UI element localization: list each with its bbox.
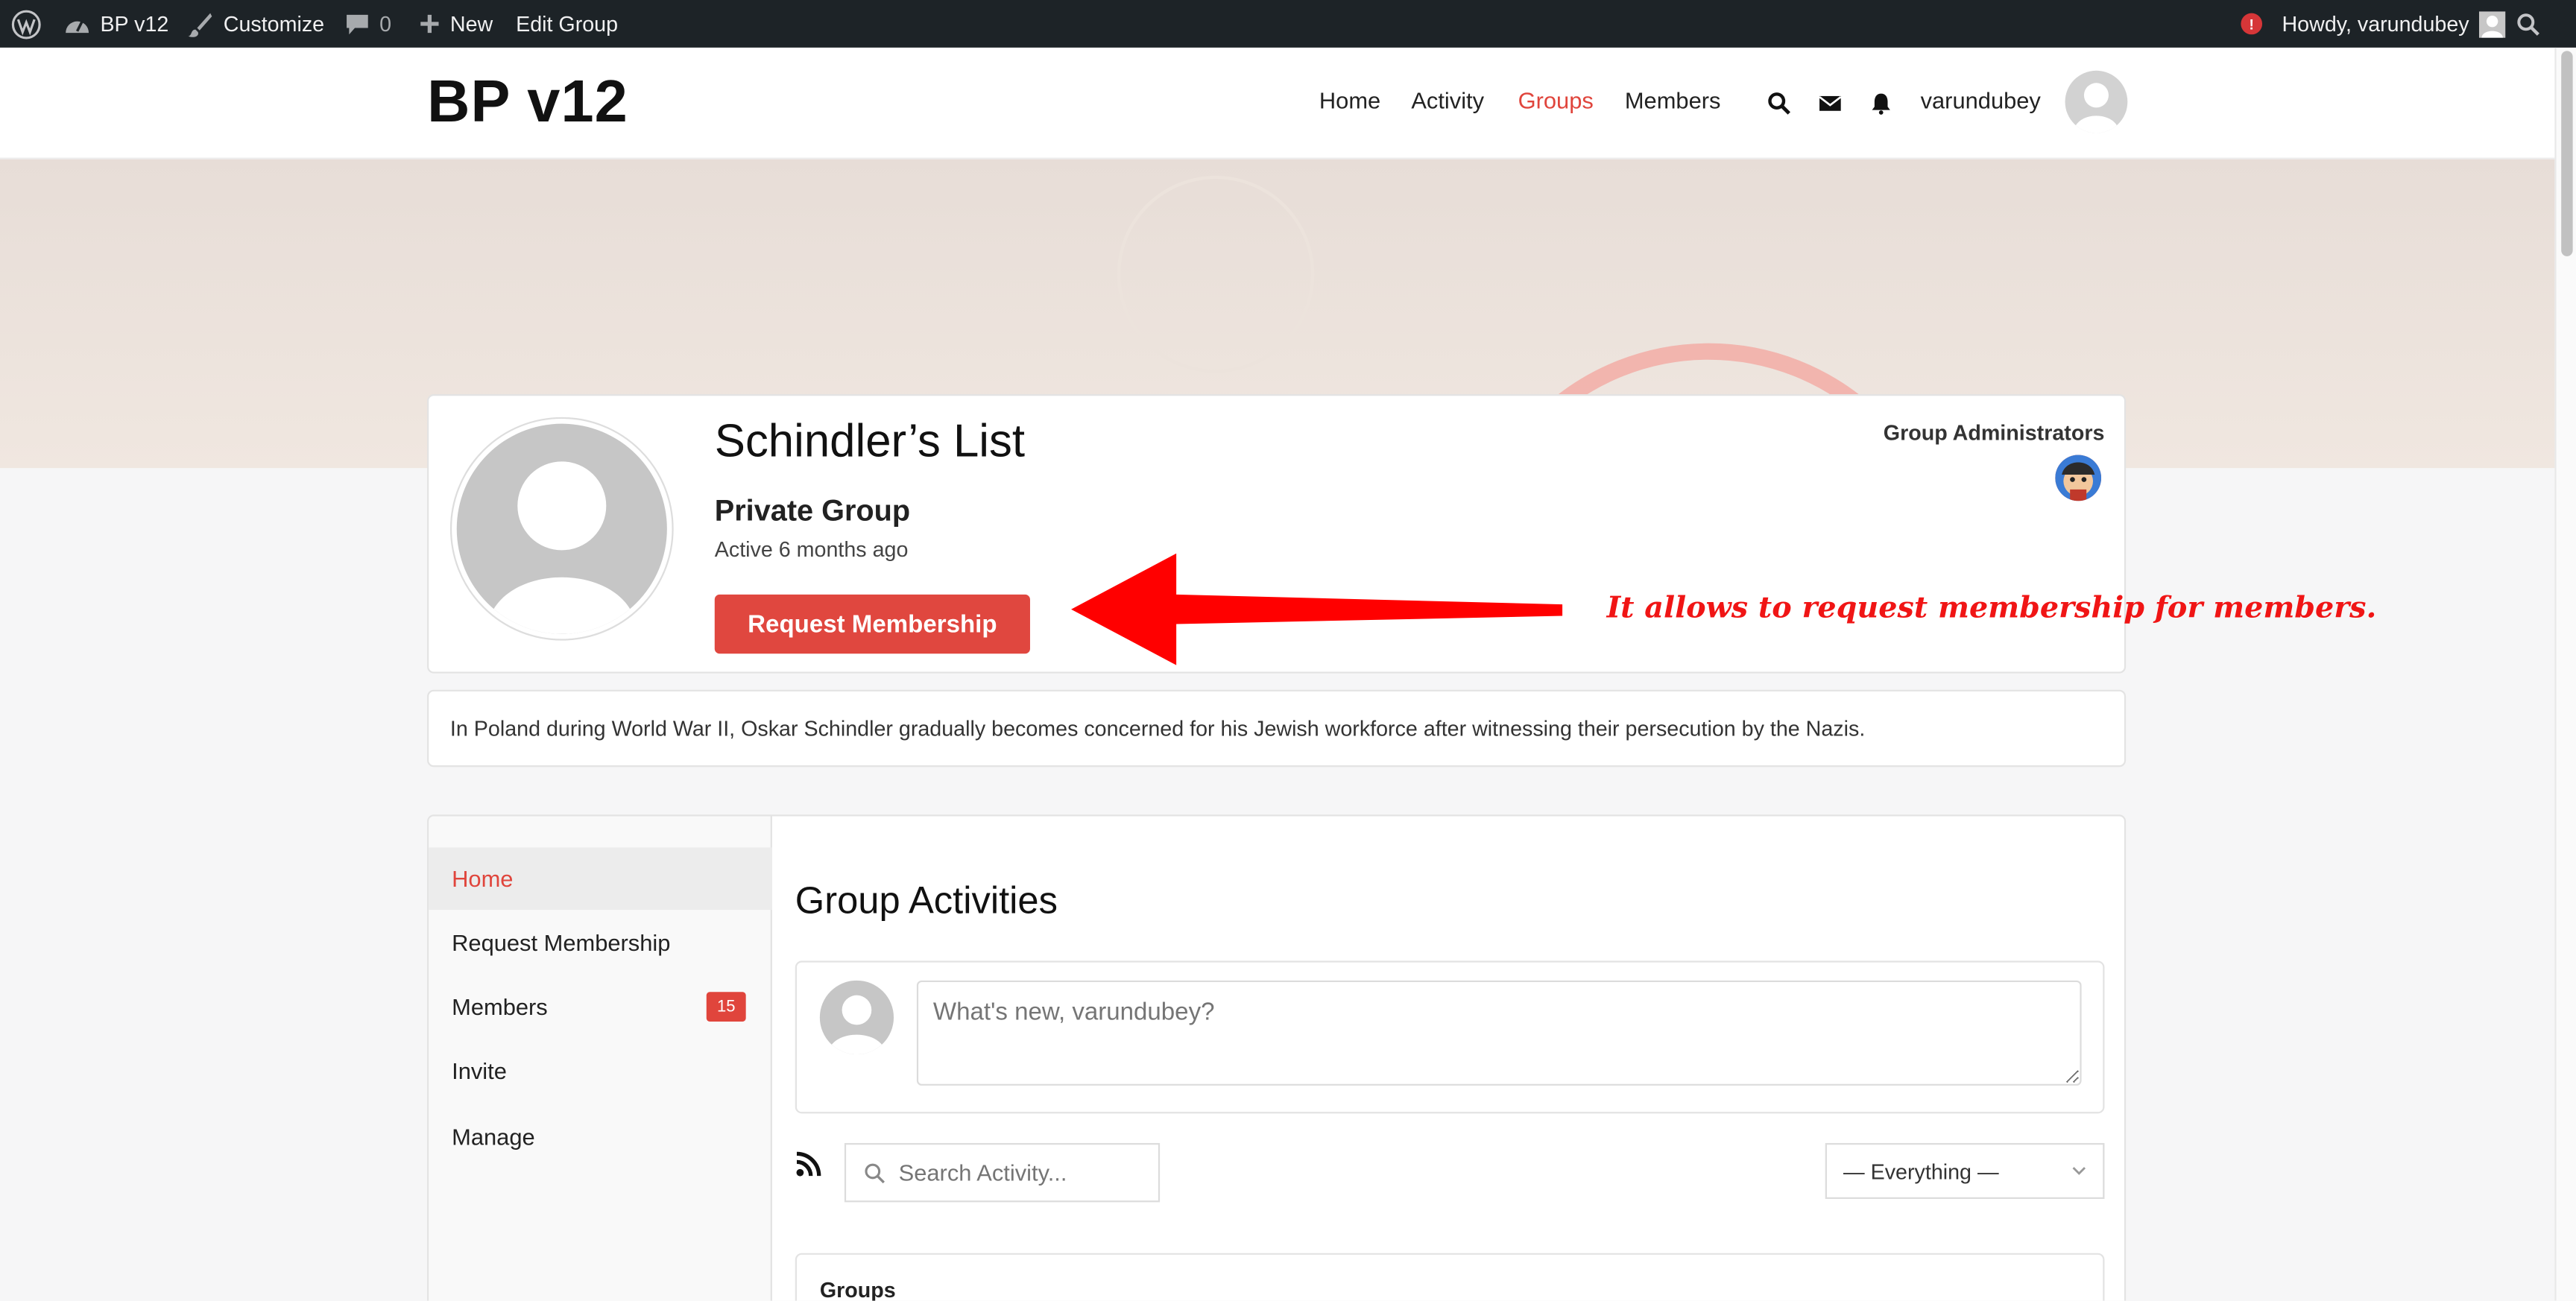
admin-bar-new-label: New [449, 11, 493, 37]
nav-home[interactable]: Home [1319, 87, 1380, 113]
group-nav-invite-label: Invite [452, 1057, 507, 1084]
admin-bar-edit-group[interactable]: Edit Group [516, 0, 618, 48]
search-icon [865, 1162, 885, 1183]
request-membership-button[interactable]: Request Membership [714, 594, 1030, 654]
admin-bar-avatar [2478, 10, 2506, 37]
comment-icon [347, 13, 368, 34]
admin-bar-edit-group-label: Edit Group [516, 11, 619, 37]
group-description: In Poland during World War II, Oskar Sch… [427, 689, 2127, 767]
activity-search [844, 1143, 1161, 1203]
members-count-badge: 15 [706, 992, 746, 1022]
admin-bar-site[interactable]: BP v12 [64, 0, 168, 48]
annotation-arrow [1071, 553, 1563, 665]
group-administrators-label: Group Administrators [1883, 420, 2105, 446]
admin-bar-site-name: BP v12 [100, 11, 169, 37]
group-activities-title: Group Activities [795, 879, 1058, 922]
annotation-text: It allows to request membership for memb… [1606, 591, 2377, 626]
nav-groups[interactable]: Groups [1518, 87, 1594, 113]
admin-bar: BP v12 Customize 0 New Edit Group ! Howd… [0, 0, 2576, 48]
group-main: Home Request Membership Members 15 Invite… [427, 814, 2127, 1301]
activity-item: Groups [795, 1253, 2105, 1301]
activity-filter-select[interactable]: — Everything — [1825, 1143, 2105, 1199]
search-icon[interactable] [1768, 92, 1791, 115]
group-type: Private Group [714, 494, 911, 528]
nav-members[interactable]: Members [1625, 87, 1721, 113]
page: BP v12 Customize 0 New Edit Group ! Howd… [0, 0, 2576, 1301]
nav-activity[interactable]: Activity [1411, 87, 1484, 113]
group-last-active: Active 6 months ago [714, 536, 909, 562]
group-name: Schindler’s List [714, 415, 1026, 466]
group-nav-home-label: Home [452, 865, 514, 892]
admin-bar-howdy: Howdy, varundubey [2282, 11, 2469, 37]
admin-bar-notices[interactable]: ! [2241, 0, 2263, 48]
group-admin-avatar[interactable] [2055, 455, 2102, 501]
admin-bar-customize-label: Customize [223, 11, 325, 37]
rss-icon[interactable] [795, 1151, 821, 1177]
whats-new-input[interactable] [916, 980, 2082, 1086]
site-header: BP v12 Home Activity Groups Members varu… [0, 47, 2555, 159]
activity-filter-value: — Everything — [1843, 1158, 1999, 1184]
post-form [795, 960, 2105, 1114]
admin-bar-search-icon[interactable] [2517, 0, 2540, 48]
chevron-down-icon [2072, 1167, 2086, 1175]
scrollbar-thumb[interactable] [2561, 51, 2573, 256]
scrollbar[interactable] [2554, 47, 2576, 1301]
post-form-avatar [819, 980, 894, 1055]
brush-icon [188, 12, 212, 37]
group-nav-manage[interactable]: Manage [429, 1105, 772, 1168]
group-avatar[interactable] [449, 417, 674, 641]
admin-bar-customize[interactable]: Customize [187, 0, 324, 48]
group-nav: Home Request Membership Members 15 Invite… [429, 816, 772, 1301]
mail-icon[interactable] [1819, 92, 1842, 115]
admin-bar-comment-count: 0 [379, 11, 392, 37]
group-nav-members-label: Members [452, 993, 548, 1020]
group-nav-invite[interactable]: Invite [429, 1039, 772, 1102]
admin-bar-account[interactable]: Howdy, varundubey [2282, 0, 2506, 48]
header-username[interactable]: varundubey [1921, 87, 2041, 113]
admin-bar-comments[interactable]: 0 [345, 0, 391, 48]
dashboard-icon [66, 19, 89, 32]
activity-search-input[interactable] [898, 1159, 1129, 1186]
plus-icon [420, 14, 439, 34]
group-nav-manage-label: Manage [452, 1123, 535, 1150]
admin-bar-new[interactable]: New [419, 0, 493, 48]
bell-icon[interactable] [1869, 92, 1892, 115]
wordpress-icon[interactable] [11, 0, 41, 48]
group-nav-request-membership[interactable]: Request Membership [429, 911, 772, 974]
site-title[interactable]: BP v12 [427, 67, 628, 136]
group-nav-members[interactable]: Members 15 [429, 975, 772, 1038]
activity-item-title: Groups [819, 1277, 896, 1301]
notice-badge: ! [2241, 13, 2263, 35]
group-nav-request-membership-label: Request Membership [452, 929, 671, 956]
header-avatar[interactable] [2065, 70, 2128, 133]
group-nav-home[interactable]: Home [429, 847, 772, 911]
